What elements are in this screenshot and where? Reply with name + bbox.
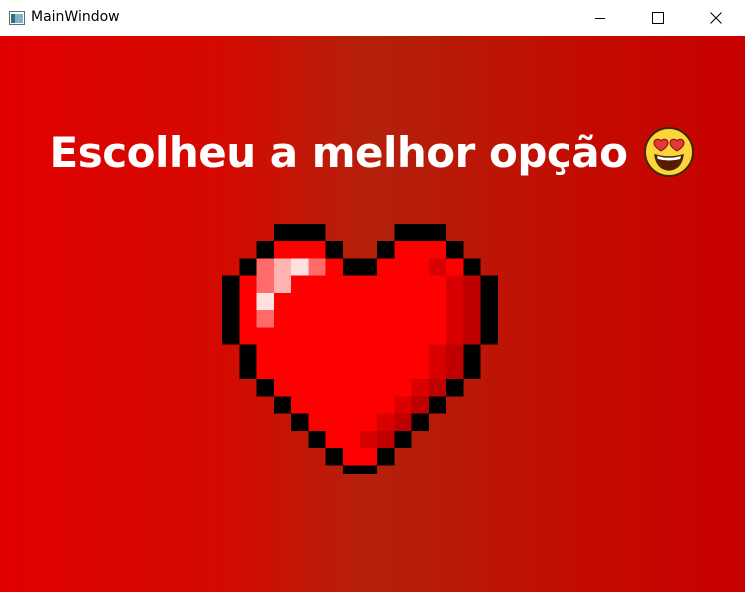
pixel-heart-icon xyxy=(221,224,499,474)
app-window-icon xyxy=(9,10,25,25)
window-title: MainWindow xyxy=(31,9,120,25)
minimize-icon xyxy=(594,12,606,24)
maximize-button[interactable] xyxy=(629,0,687,36)
heart-eyes-grinning-face-icon xyxy=(643,126,695,178)
close-icon xyxy=(710,12,722,24)
headline-text: Escolheu a melhor opção xyxy=(49,127,628,177)
title-bar: MainWindow xyxy=(0,0,745,36)
close-button[interactable] xyxy=(687,0,745,36)
content-area: Escolheu a melhor opção xyxy=(0,36,745,592)
main-window: MainWindow Escolheu a melhor opção xyxy=(0,0,745,592)
minimize-button[interactable] xyxy=(571,0,629,36)
maximize-icon xyxy=(652,12,664,24)
